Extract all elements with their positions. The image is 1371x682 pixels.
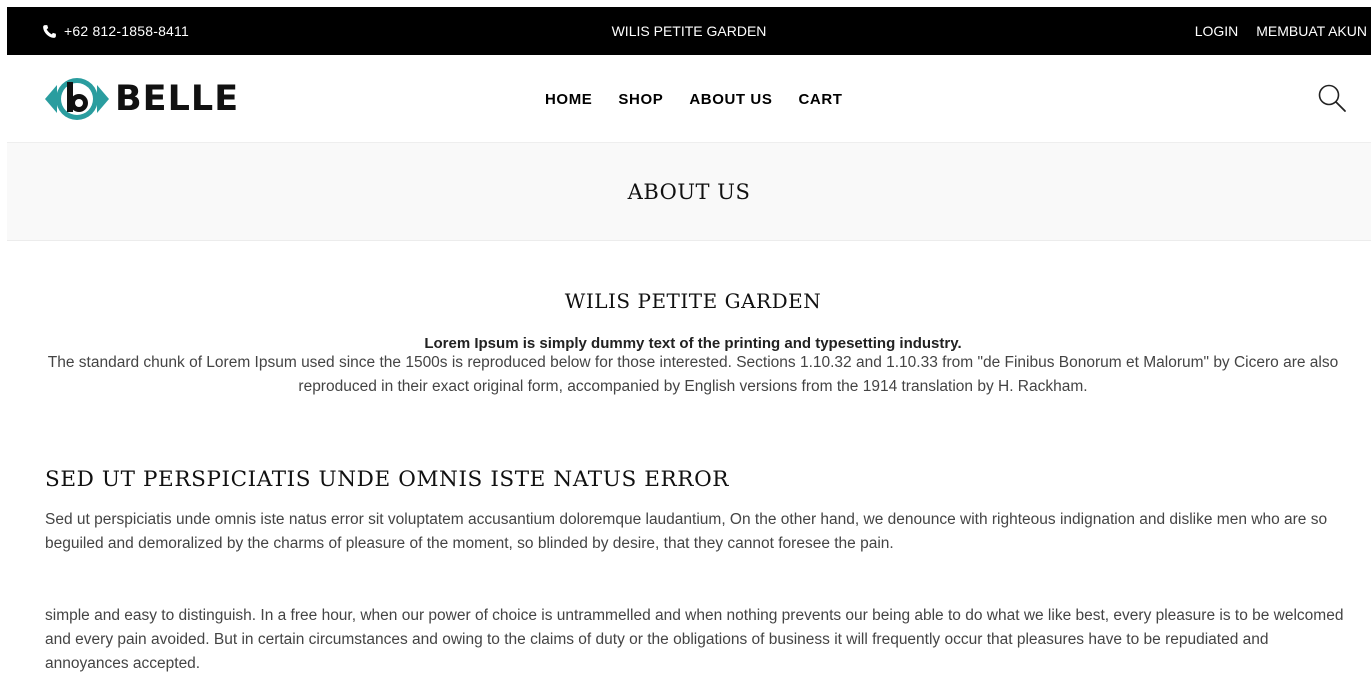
tagline: Lorem Ipsum is simply dummy text of the … — [424, 335, 962, 352]
page-title: ABOUT US — [627, 179, 751, 204]
phone-icon — [43, 24, 56, 38]
page-title-banner: ABOUT US — [7, 143, 1371, 241]
nav-home[interactable]: HOME — [545, 91, 592, 108]
site-header: BELLE HOME SHOP ABOUT US CART — [7, 55, 1371, 143]
logo-text: BELLE — [115, 79, 240, 119]
belle-logo-icon — [45, 78, 109, 120]
paragraph-2: simple and easy to distinguish. In a fre… — [45, 607, 1344, 672]
logo[interactable]: BELLE — [43, 76, 239, 122]
search-icon[interactable] — [1317, 83, 1347, 113]
phone-number: +62 812-1858-8411 — [64, 23, 189, 39]
store-name: WILIS PETITE GARDEN — [611, 23, 767, 39]
nav-cart[interactable]: CART — [798, 91, 842, 108]
intro-paragraph: The standard chunk of Lorem Ipsum used s… — [47, 354, 1339, 395]
phone-contact[interactable]: +62 812-1858-8411 — [42, 7, 189, 55]
login-link[interactable]: LOGIN — [1195, 7, 1239, 55]
main-nav: HOME SHOP ABOUT US CART — [545, 55, 843, 143]
paragraph-1: Sed ut perspiciatis unde omnis iste natu… — [45, 511, 1328, 552]
register-link[interactable]: MEMBUAT AKUN — [1256, 7, 1367, 55]
account-links: LOGIN MEMBUAT AKUN — [1195, 7, 1367, 55]
top-bar: +62 812-1858-8411 WILIS PETITE GARDEN LO… — [7, 7, 1371, 55]
content-heading: WILIS PETITE GARDEN — [564, 289, 822, 313]
nav-about-us[interactable]: ABOUT US — [689, 91, 772, 108]
nav-shop[interactable]: SHOP — [618, 91, 663, 108]
section-title: SED UT PERSPICIATIS UNDE OMNIS ISTE NATU… — [45, 467, 730, 492]
